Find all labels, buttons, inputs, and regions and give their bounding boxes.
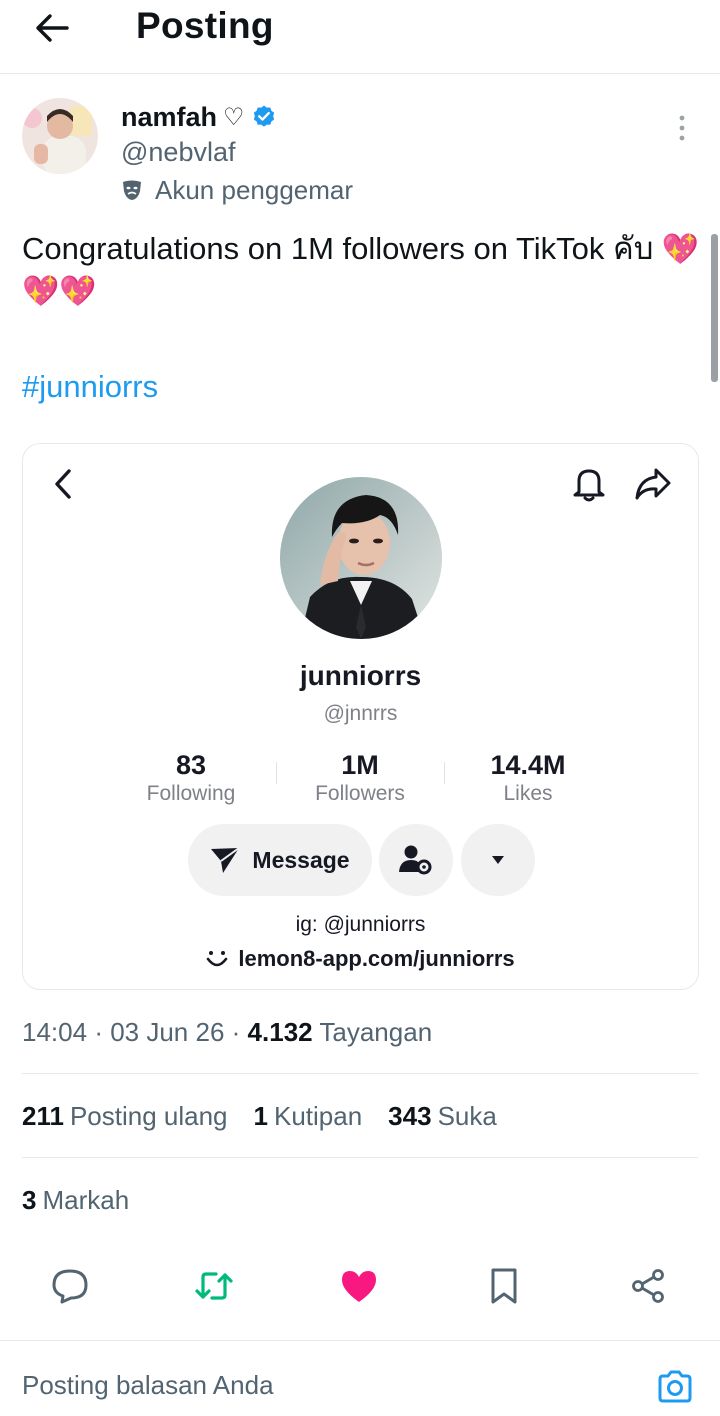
divider [22,1073,698,1074]
profile-handle: @jnnrrs [323,702,398,725]
arrow-left-icon [36,14,69,42]
reposts-count-link[interactable]: 211 Posting ulang [22,1098,228,1134]
bookmarks-count: 3 [22,1185,37,1215]
post-time: 14:04 [22,1017,88,1047]
theater-mask-icon [123,180,141,200]
send-icon [211,847,240,873]
repost-button[interactable] [190,1262,238,1310]
verified-badge-icon [253,105,274,127]
hashtag-link[interactable]: #junniorrs [22,367,158,407]
stat-divider [444,762,445,784]
chevron-left-icon [55,469,71,499]
more-vertical-icon [679,115,685,141]
likes-count-link[interactable]: 343 Suka [388,1098,497,1134]
top-bar: Posting [0,0,720,74]
bio-link-text: lemon8-app.com/junniorrs [238,946,515,971]
post-meta: 14:04 · 03 Jun 26 · 4.132 Tayangan [22,1017,433,1047]
share-button[interactable] [624,1262,672,1310]
stat-followers-value: 1M [341,750,379,780]
quotes-count-link[interactable]: 1 Kutipan [254,1098,363,1134]
quotes-count: 1 [253,1101,268,1131]
divider [22,1157,698,1158]
bio-link-row: lemon8-app.com/junniorrs [23,946,698,972]
likes-count: 343 [388,1101,432,1131]
views-count: 4.132 [247,1017,313,1047]
repost-icon [195,1272,233,1300]
reply-button[interactable] [46,1262,94,1310]
friend-settings-button-image [379,824,453,896]
scrollbar[interactable] [711,234,718,382]
author-avatar[interactable] [22,98,98,174]
page-title: Posting [136,5,274,46]
fan-label-text: Akun penggemar [155,174,354,205]
message-button-image: Message [188,824,372,896]
views-label: Tayangan [319,1017,433,1047]
camera-icon [658,1370,692,1403]
bookmarks-label: Markah [42,1185,130,1215]
quotes-label: Kutipan [273,1101,363,1131]
likes-label: Suka [437,1101,497,1131]
back-button[interactable] [30,6,74,50]
stat-likes-label: Likes [503,782,553,805]
bookmark-button[interactable] [480,1262,528,1310]
stat-following-label: Following [146,782,236,805]
stat-followers-label: Followers [315,782,405,805]
media-card[interactable]: junniorrs @jnnrrs 83 Following 1M Follow… [22,443,699,990]
dropdown-button-image [461,824,535,896]
share-nodes-icon [632,1269,664,1303]
share-arrow-icon [635,468,671,500]
user-gear-icon [399,845,432,875]
bookmarks-count-row: 3 Markah [22,1182,129,1218]
card-share-icon-wrap [631,462,675,506]
stat-following-value: 83 [175,750,207,780]
camera-button[interactable] [652,1364,698,1410]
heart-filled-icon [342,1271,376,1302]
reposts-label: Posting ulang [69,1101,228,1131]
like-button[interactable] [335,1262,383,1310]
stat-divider [276,762,277,784]
tweet-body: Congratulations on 1M followers on TikTo… [22,231,654,266]
reposts-count: 211 [22,1101,64,1131]
reply-input[interactable] [22,1370,522,1401]
more-options-button[interactable] [664,108,700,148]
bookmark-icon [491,1268,517,1304]
bio-ig: ig: @junniorrs [295,913,426,936]
fan-account-label: Akun penggemar [121,174,353,206]
author-handle[interactable]: @nebvlaf [121,136,235,168]
caret-down-icon [492,856,504,864]
card-bell-icon-wrap [567,462,611,506]
profile-name: junniorrs [299,660,422,691]
divider [0,1340,720,1341]
stat-following: 83 Following [116,749,266,807]
post-date: 03 Jun 26 [110,1017,225,1047]
author-name-suffix: ♡ [223,103,245,131]
card-back-icon-wrap [43,464,83,504]
tweet-text: Congratulations on 1M followers on TikTo… [22,228,702,312]
profile-photo [280,477,442,639]
engagement-counts: 211 Posting ulang 1 Kutipan 343 Suka [22,1098,523,1134]
bell-icon [573,469,605,502]
link-smile-icon [207,951,228,967]
stat-likes: 14.4M Likes [453,749,603,807]
author-name[interactable]: namfah [121,102,217,133]
comment-icon [52,1269,88,1304]
stat-followers: 1M Followers [285,749,435,807]
stat-likes-value: 14.4M [490,750,566,780]
message-label: Message [252,846,350,873]
author-name-row[interactable]: namfah ♡ [121,100,277,134]
